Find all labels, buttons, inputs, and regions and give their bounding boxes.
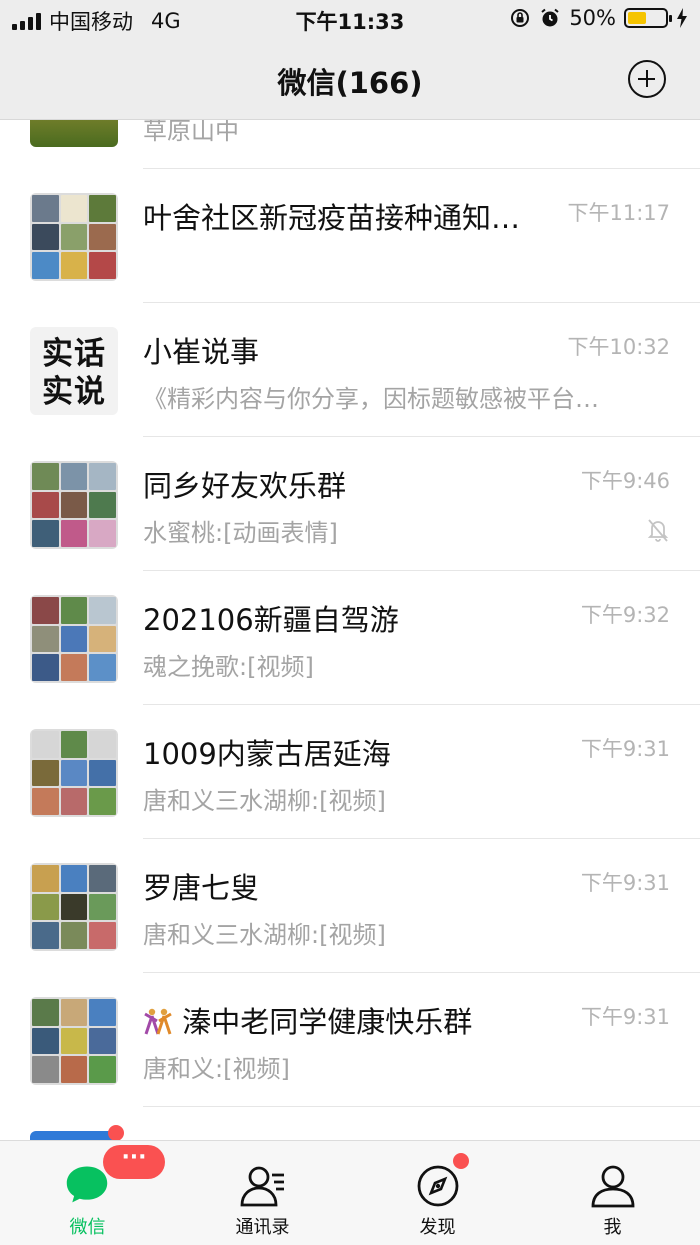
dancing-people-emoji-icon xyxy=(143,1005,182,1039)
chat-row[interactable] xyxy=(0,1107,700,1140)
group-avatar xyxy=(30,193,118,281)
tab-label: 通讯录 xyxy=(235,1217,290,1238)
chat-time: 下午9:31 xyxy=(580,737,670,761)
group-avatar xyxy=(30,997,118,1085)
avatar-text: 实话 实说 xyxy=(42,336,106,410)
chat-row[interactable]: 叶舍社区新冠疫苗接种通知… 下午11:17 xyxy=(0,169,700,303)
chat-name: 小崔说事 xyxy=(143,335,260,369)
compass-icon xyxy=(417,1165,459,1207)
chat-name: 叶舍社区新冠疫苗接种通知… xyxy=(143,201,521,235)
status-bar: 中国移动 4G 下午11:33 50% xyxy=(0,0,700,40)
person-icon xyxy=(591,1165,635,1208)
unread-dot xyxy=(108,1125,124,1140)
battery-icon xyxy=(624,8,672,28)
chat-row[interactable]: 实话 实说 小崔说事 《精彩内容与你分享，因标题敏感被平台… 下午10:32 xyxy=(0,303,700,437)
tab-me[interactable]: 我 xyxy=(525,1141,700,1245)
chat-preview: 唐和义三水湖柳:[视频] xyxy=(143,787,386,815)
chat-name: 1009内蒙古居延海 xyxy=(143,737,391,771)
page-title: 微信(166) xyxy=(277,66,423,100)
group-avatar xyxy=(30,595,118,683)
tab-bar: ··· 微信 通讯录 发现 我 xyxy=(0,1140,700,1245)
chat-preview: 水蜜桃:[动画表情] xyxy=(143,519,338,547)
avatar xyxy=(30,120,118,147)
tab-label: 发现 xyxy=(419,1217,456,1238)
chat-name: 罗唐七叟 xyxy=(143,871,260,905)
tab-discover[interactable]: 发现 xyxy=(350,1141,525,1245)
tab-label: 微信 xyxy=(69,1217,106,1238)
chat-time: 下午10:32 xyxy=(567,335,670,359)
chat-preview: 草原山中 xyxy=(143,120,239,145)
group-avatar xyxy=(30,863,118,951)
mute-bell-icon xyxy=(647,519,669,542)
rotation-lock-icon xyxy=(511,9,530,27)
chat-name-text: 溱中老同学健康快乐群 xyxy=(182,1005,473,1039)
add-button[interactable] xyxy=(628,60,666,98)
chat-time: 下午9:32 xyxy=(580,603,670,627)
avatar xyxy=(30,1131,118,1140)
chat-preview: 《精彩内容与你分享，因标题敏感被平台… xyxy=(143,385,599,413)
chat-row[interactable]: 202106新疆自驾游 魂之挽歌:[视频] 下午9:32 xyxy=(0,571,700,705)
avatar: 实话 实说 xyxy=(30,327,118,415)
chat-row[interactable]: 罗唐七叟 唐和义三水湖柳:[视频] 下午9:31 xyxy=(0,839,700,973)
alarm-icon xyxy=(541,8,559,27)
battery-percent: 50% xyxy=(569,6,616,30)
group-avatar xyxy=(30,461,118,549)
chat-name: 202106新疆自驾游 xyxy=(143,603,399,637)
discover-dot xyxy=(453,1153,469,1169)
chat-row[interactable]: 草原山中 xyxy=(0,120,700,169)
tab-label: 我 xyxy=(603,1217,622,1238)
chat-preview: 魂之挽歌:[视频] xyxy=(143,653,314,681)
tab-contacts[interactable]: 通讯录 xyxy=(175,1141,350,1245)
contacts-icon xyxy=(240,1166,284,1207)
nav-bar: 微信(166) xyxy=(0,40,700,120)
tab-chats[interactable]: ··· 微信 xyxy=(0,1141,175,1245)
chat-time: 下午9:31 xyxy=(580,1005,670,1029)
chat-preview: 唐和义三水湖柳:[视频] xyxy=(143,921,386,949)
chat-row[interactable]: 同乡好友欢乐群 水蜜桃:[动画表情] 下午9:46 xyxy=(0,437,700,571)
chat-name: 溱中老同学健康快乐群 xyxy=(143,999,472,1041)
chat-row[interactable]: 1009内蒙古居延海 唐和义三水湖柳:[视频] 下午9:31 xyxy=(0,705,700,839)
chat-name: 同乡好友欢乐群 xyxy=(143,469,347,503)
chat-time: 下午9:31 xyxy=(580,871,670,895)
chat-time: 下午9:46 xyxy=(580,469,670,493)
chat-list[interactable]: 草原山中 叶舍社区新冠疫苗接种通知… 下午11:17 实话 实说 小崔说事 《精彩… xyxy=(0,120,700,1140)
chat-time: 下午11:17 xyxy=(567,201,670,225)
unread-more-badge: ··· xyxy=(103,1145,165,1179)
group-avatar xyxy=(30,729,118,817)
chat-row[interactable]: 溱中老同学健康快乐群 唐和义:[视频] 下午9:31 xyxy=(0,973,700,1107)
chat-preview: 唐和义:[视频] xyxy=(143,1055,290,1083)
charging-icon xyxy=(677,8,687,28)
